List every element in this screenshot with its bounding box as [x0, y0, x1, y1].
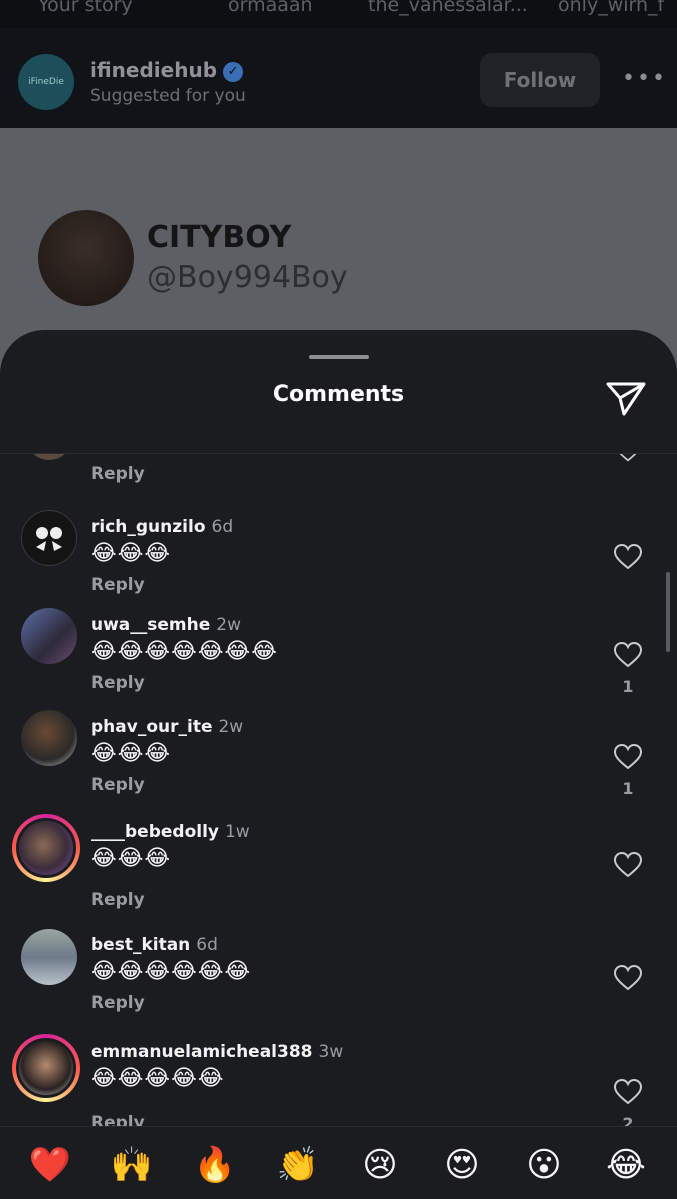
comment-time: 6d [196, 935, 218, 955]
profile-avatar[interactable]: iFineDie [18, 54, 74, 110]
heart-icon[interactable] [614, 852, 642, 878]
avatar[interactable] [21, 710, 77, 766]
reply-button[interactable]: Reply [91, 1113, 145, 1126]
avatar[interactable] [21, 608, 77, 664]
comment-text: 😂😂😂😂😂😂😂 [91, 639, 278, 664]
comment-username[interactable]: best_kitan 6d [91, 935, 218, 955]
comment-text: 😂😂😂😂😂😂 [91, 959, 252, 984]
more-options-icon[interactable]: ••• [622, 66, 665, 96]
like-count: 1 [622, 779, 634, 798]
reply-button[interactable]: Reply [91, 575, 145, 595]
comment-text: 😂😂😂😂😂 [91, 1066, 225, 1091]
username-text: emmanuelamicheal388 [91, 1042, 313, 1062]
username-text: best_kitan [91, 935, 191, 955]
comments-sheet: Comments Reply rich_gunzilo 6d 😂😂😂 Reply … [0, 330, 677, 1199]
comments-list: Reply rich_gunzilo 6d 😂😂😂 Reply uwa__semh… [0, 454, 677, 1126]
scrollbar[interactable] [666, 572, 670, 652]
username-text: phav_our_ite [91, 717, 213, 737]
comment-username[interactable]: rich_gunzilo 6d [91, 517, 233, 537]
send-icon[interactable] [604, 378, 648, 418]
comment-time: 6d [211, 517, 234, 537]
post-username[interactable]: ifinediehub ✓ [90, 58, 244, 82]
avatar-image [16, 1038, 76, 1098]
post-display-name: CITYBOY [147, 220, 292, 255]
heart-icon[interactable] [614, 544, 642, 570]
heart-icon[interactable] [614, 965, 642, 991]
heart-icon[interactable] [614, 642, 642, 668]
sheet-title: Comments [272, 382, 405, 407]
comment-username[interactable]: uwa__semhe 2w [91, 615, 241, 635]
post-handle: @Boy994Boy [147, 260, 348, 295]
avatar[interactable] [21, 929, 77, 985]
stories-row: Your story ormaaan the_vanessalar... onl… [0, 0, 677, 20]
comment-text: 😂😂😂 [91, 541, 172, 566]
follow-button[interactable]: Follow [480, 53, 600, 107]
avatar[interactable] [28, 454, 70, 460]
username-text: rich_gunzilo [91, 517, 206, 537]
emoji-button[interactable]: 😢 [355, 1143, 405, 1187]
comment-time: 1w [224, 822, 250, 842]
emoji-button[interactable]: 🔥 [190, 1143, 240, 1187]
emoji-button[interactable]: 😂 [601, 1143, 651, 1187]
comment-time: 2w [216, 615, 242, 635]
comment-text: 😂😂😂 [91, 741, 172, 766]
like-count: 2 [622, 1114, 634, 1126]
comment-time: 3w [318, 1042, 344, 1062]
comment-username[interactable]: ____bebedolly 1w [91, 822, 250, 842]
avatar[interactable] [12, 1034, 80, 1102]
reply-button[interactable]: Reply [91, 890, 145, 910]
avatar-image [16, 818, 76, 878]
comment-text: 😂😂😂 [91, 846, 172, 871]
story-label[interactable]: the_vanessalar... [368, 0, 528, 16]
story-label[interactable]: Your story [38, 0, 133, 16]
emoji-button[interactable]: ❤️ [25, 1143, 75, 1187]
reply-button[interactable]: Reply [91, 464, 145, 484]
story-label[interactable]: only_wirh_f [558, 0, 664, 16]
comment-username[interactable]: emmanuelamicheal388 3w [91, 1042, 343, 1062]
story-label[interactable]: ormaaan [228, 0, 313, 16]
sheet-drag-handle[interactable] [309, 355, 369, 359]
heart-icon[interactable] [614, 1079, 642, 1105]
username-text: ____bebedolly [91, 822, 219, 842]
like-count: 1 [622, 677, 634, 696]
emoji-reaction-bar: ❤️ 🙌 🔥 👏 😢 😍 😮 😂 [0, 1126, 677, 1199]
heart-icon[interactable] [614, 454, 642, 462]
emoji-button[interactable]: 😮 [519, 1143, 569, 1187]
post-profile-photo [38, 210, 134, 306]
emoji-button[interactable]: 😍 [437, 1143, 487, 1187]
reply-button[interactable]: Reply [91, 673, 145, 693]
suggested-label: Suggested for you [90, 86, 246, 106]
reply-button[interactable]: Reply [91, 775, 145, 795]
comment-username[interactable]: phav_our_ite 2w [91, 717, 243, 737]
reply-button[interactable]: Reply [91, 993, 145, 1013]
verified-badge-icon: ✓ [223, 62, 244, 82]
post-header: iFineDie ifinediehub ✓ Suggested for you … [0, 28, 677, 128]
avatar[interactable] [12, 814, 80, 882]
emoji-button[interactable]: 🙌 [107, 1143, 157, 1187]
comment-time: 2w [218, 717, 244, 737]
username-text: uwa__semhe [91, 615, 211, 635]
heart-icon[interactable] [614, 744, 642, 770]
avatar-logo-text: iFineDie [28, 77, 64, 87]
avatar[interactable] [21, 510, 77, 566]
avatar-image [36, 527, 62, 551]
username-text: ifinediehub [90, 58, 218, 82]
emoji-button[interactable]: 👏 [273, 1143, 323, 1187]
